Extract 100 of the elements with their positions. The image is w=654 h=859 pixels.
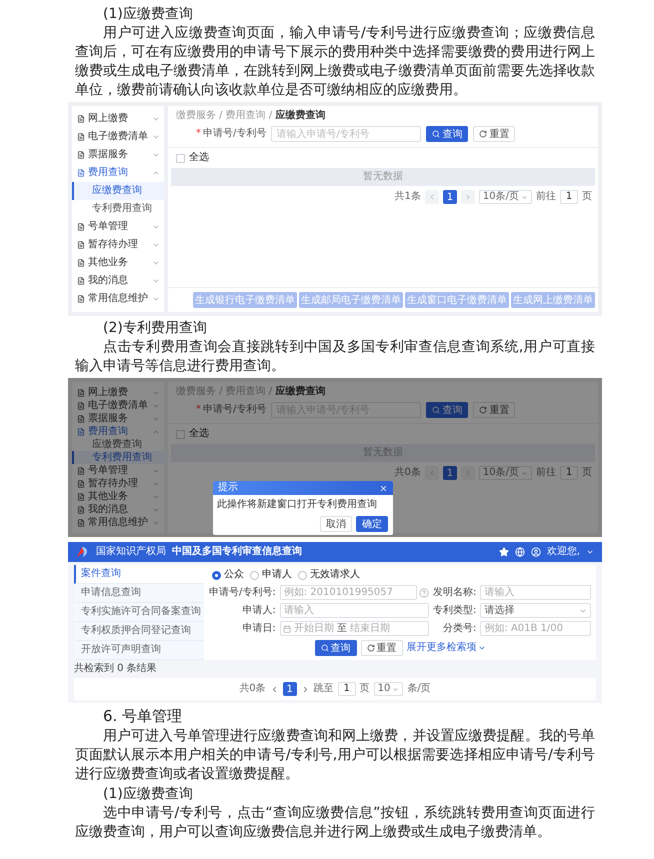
- goto-label: 前往: [536, 467, 556, 479]
- menu-icon: [77, 133, 85, 141]
- radio-button[interactable]: [212, 570, 221, 580]
- text-field[interactable]: 例如: A01B 1/00: [480, 621, 591, 636]
- cancel-button[interactable]: 取消: [320, 516, 352, 532]
- page-unit: 页: [360, 683, 370, 695]
- side-tab[interactable]: 申请信息查询: [74, 584, 204, 603]
- page-input[interactable]: 1: [338, 682, 356, 696]
- sidebar-item[interactable]: 我的消息: [72, 503, 164, 516]
- sidebar-item[interactable]: 网上缴费: [72, 386, 164, 399]
- field-label: 专利类型:: [433, 604, 476, 616]
- sidebar-subitem[interactable]: 专利费用查询: [72, 200, 164, 218]
- side-tab[interactable]: 案件查询: [74, 565, 204, 584]
- date-range-field[interactable]: 开始日期 至 结束日期: [280, 621, 430, 636]
- next-page-button[interactable]: [460, 466, 475, 480]
- search-button[interactable]: 查询: [314, 640, 356, 656]
- dialog-message: 此操作将新建窗口打开专利费用查询: [216, 498, 378, 512]
- radio-button[interactable]: [250, 570, 259, 580]
- user-name[interactable]: 欢迎您,: [546, 546, 580, 558]
- chevron-down-icon: [152, 223, 160, 231]
- checkbox-label: 全选: [189, 152, 209, 164]
- paragraph: 用户可进入应缴费查询页面，输入申请号/专利号进行应缴费查询；应缴费信息查询后，可在有应缴费用的申请号下展示的费用种类中选择需要缴费的费用进行网上缴费或生成电子缴费清单，在跳转到网上缴费或电子缴费清单页面前需要先选择收款单位，缴费前请确认向该收款单位是否可缴纳相应的应缴费用。: [75, 24, 595, 100]
- text-field[interactable]: 例如: 2010101995057: [280, 585, 418, 600]
- select-field[interactable]: 请选择: [480, 603, 591, 618]
- expand-link[interactable]: 展开更多检索项: [406, 642, 486, 654]
- field-label: 分类号:: [442, 622, 476, 634]
- sidebar-item[interactable]: 电子缴费清单: [72, 128, 164, 146]
- sidebar-item[interactable]: 其他业务: [72, 254, 164, 272]
- globe-icon[interactable]: [514, 547, 525, 557]
- page-size-select[interactable]: 10条/页: [478, 190, 532, 204]
- refresh-icon: [479, 406, 488, 414]
- page-size-select[interactable]: 10条/页: [478, 466, 532, 480]
- search-button[interactable]: 查询: [426, 402, 468, 418]
- page-size-select[interactable]: 10: [374, 682, 404, 696]
- sidebar-item[interactable]: 网上缴费: [72, 110, 164, 128]
- subheading: (2)专利费用查询: [102, 319, 208, 338]
- text-field[interactable]: 请输入: [480, 585, 591, 600]
- menu-icon: [77, 223, 85, 231]
- total-count: 共0条: [239, 683, 266, 695]
- search-field[interactable]: 请输入申请号/专利号: [271, 126, 422, 142]
- sidebar-subitem[interactable]: 应缴费查询: [72, 182, 164, 200]
- dialog-title: 提示: [218, 482, 238, 494]
- reset-button[interactable]: 重置: [473, 402, 516, 418]
- sidebar-item[interactable]: 费用查询: [72, 425, 164, 438]
- empty-message: 暂无数据: [171, 168, 595, 186]
- caret-icon[interactable]: [586, 548, 594, 556]
- user-icon[interactable]: [530, 547, 541, 557]
- side-tab[interactable]: 专利权质押合同登记查询: [74, 622, 204, 641]
- sidebar-item[interactable]: 费用查询: [72, 164, 164, 182]
- sidebar-item[interactable]: 常用信息维护: [72, 516, 164, 529]
- side-tab[interactable]: 专利实施许可合同备案查询: [74, 603, 204, 622]
- text-field[interactable]: 请输入: [280, 603, 430, 618]
- radio-label: 公众: [224, 569, 244, 581]
- total-count: 共1条: [394, 191, 421, 203]
- help-icon[interactable]: [419, 588, 430, 598]
- confirm-button[interactable]: 确定: [356, 516, 388, 532]
- sidebar-subitem[interactable]: 专利费用查询: [72, 451, 164, 464]
- caret-icon: [478, 644, 486, 652]
- previous-page-button[interactable]: [424, 466, 439, 480]
- checkbox-label: 全选: [189, 428, 209, 440]
- next-page-button[interactable]: [460, 190, 475, 204]
- result-count: 共检索到 0 条结果: [74, 663, 158, 675]
- page-button[interactable]: 1: [282, 682, 297, 696]
- sidebar-item[interactable]: 电子缴费清单: [72, 399, 164, 412]
- sidebar-item[interactable]: 暂存待办理: [72, 477, 164, 490]
- page-input[interactable]: 1: [560, 190, 578, 204]
- refresh-icon: [366, 644, 374, 652]
- paragraph: 点击专利费用查询会直接跳转到中国及多国专利审查信息查询系统,用户可直接输入申请号等信息进行费用查询。: [75, 338, 595, 376]
- page-button[interactable]: 1: [442, 466, 457, 480]
- total-count: 共0条: [394, 467, 421, 479]
- close-icon[interactable]: [378, 484, 388, 492]
- goto-label: 前往: [536, 191, 556, 203]
- page-unit: 页: [582, 467, 592, 479]
- sidebar-item[interactable]: 票据服务: [72, 412, 164, 425]
- page-input[interactable]: 1: [560, 466, 578, 480]
- radio-button[interactable]: [298, 570, 307, 580]
- reset-button[interactable]: 重置: [360, 640, 402, 656]
- page-button[interactable]: 1: [442, 190, 457, 204]
- chevron-down-icon: [152, 241, 160, 249]
- star-icon[interactable]: [498, 547, 509, 557]
- sidebar-item[interactable]: 其他业务: [72, 490, 164, 503]
- sidebar-subitem[interactable]: 应缴费查询: [72, 438, 164, 451]
- menu-icon: [77, 259, 85, 267]
- checkbox[interactable]: [176, 154, 185, 162]
- side-tab[interactable]: 开放许可声明查询: [74, 641, 204, 660]
- previous-page-button[interactable]: [424, 190, 439, 204]
- reset-button[interactable]: 重置: [473, 126, 516, 142]
- sidebar-item[interactable]: 常用信息维护: [72, 290, 164, 308]
- sidebar-item[interactable]: 号单管理: [72, 464, 164, 477]
- caret-icon: [521, 470, 528, 476]
- sidebar-item[interactable]: 暂存待办理: [72, 236, 164, 254]
- sidebar-item[interactable]: 号单管理: [72, 218, 164, 236]
- field-label: * 申请号/专利号: [196, 404, 266, 416]
- menu-icon: [77, 115, 85, 123]
- checkbox[interactable]: [176, 430, 185, 438]
- sidebar-item[interactable]: 我的消息: [72, 272, 164, 290]
- menu-icon: [77, 277, 85, 285]
- sidebar-item[interactable]: 票据服务: [72, 146, 164, 164]
- radio-label: 无效请求人: [310, 569, 360, 581]
- search-button[interactable]: 查询: [426, 126, 468, 142]
